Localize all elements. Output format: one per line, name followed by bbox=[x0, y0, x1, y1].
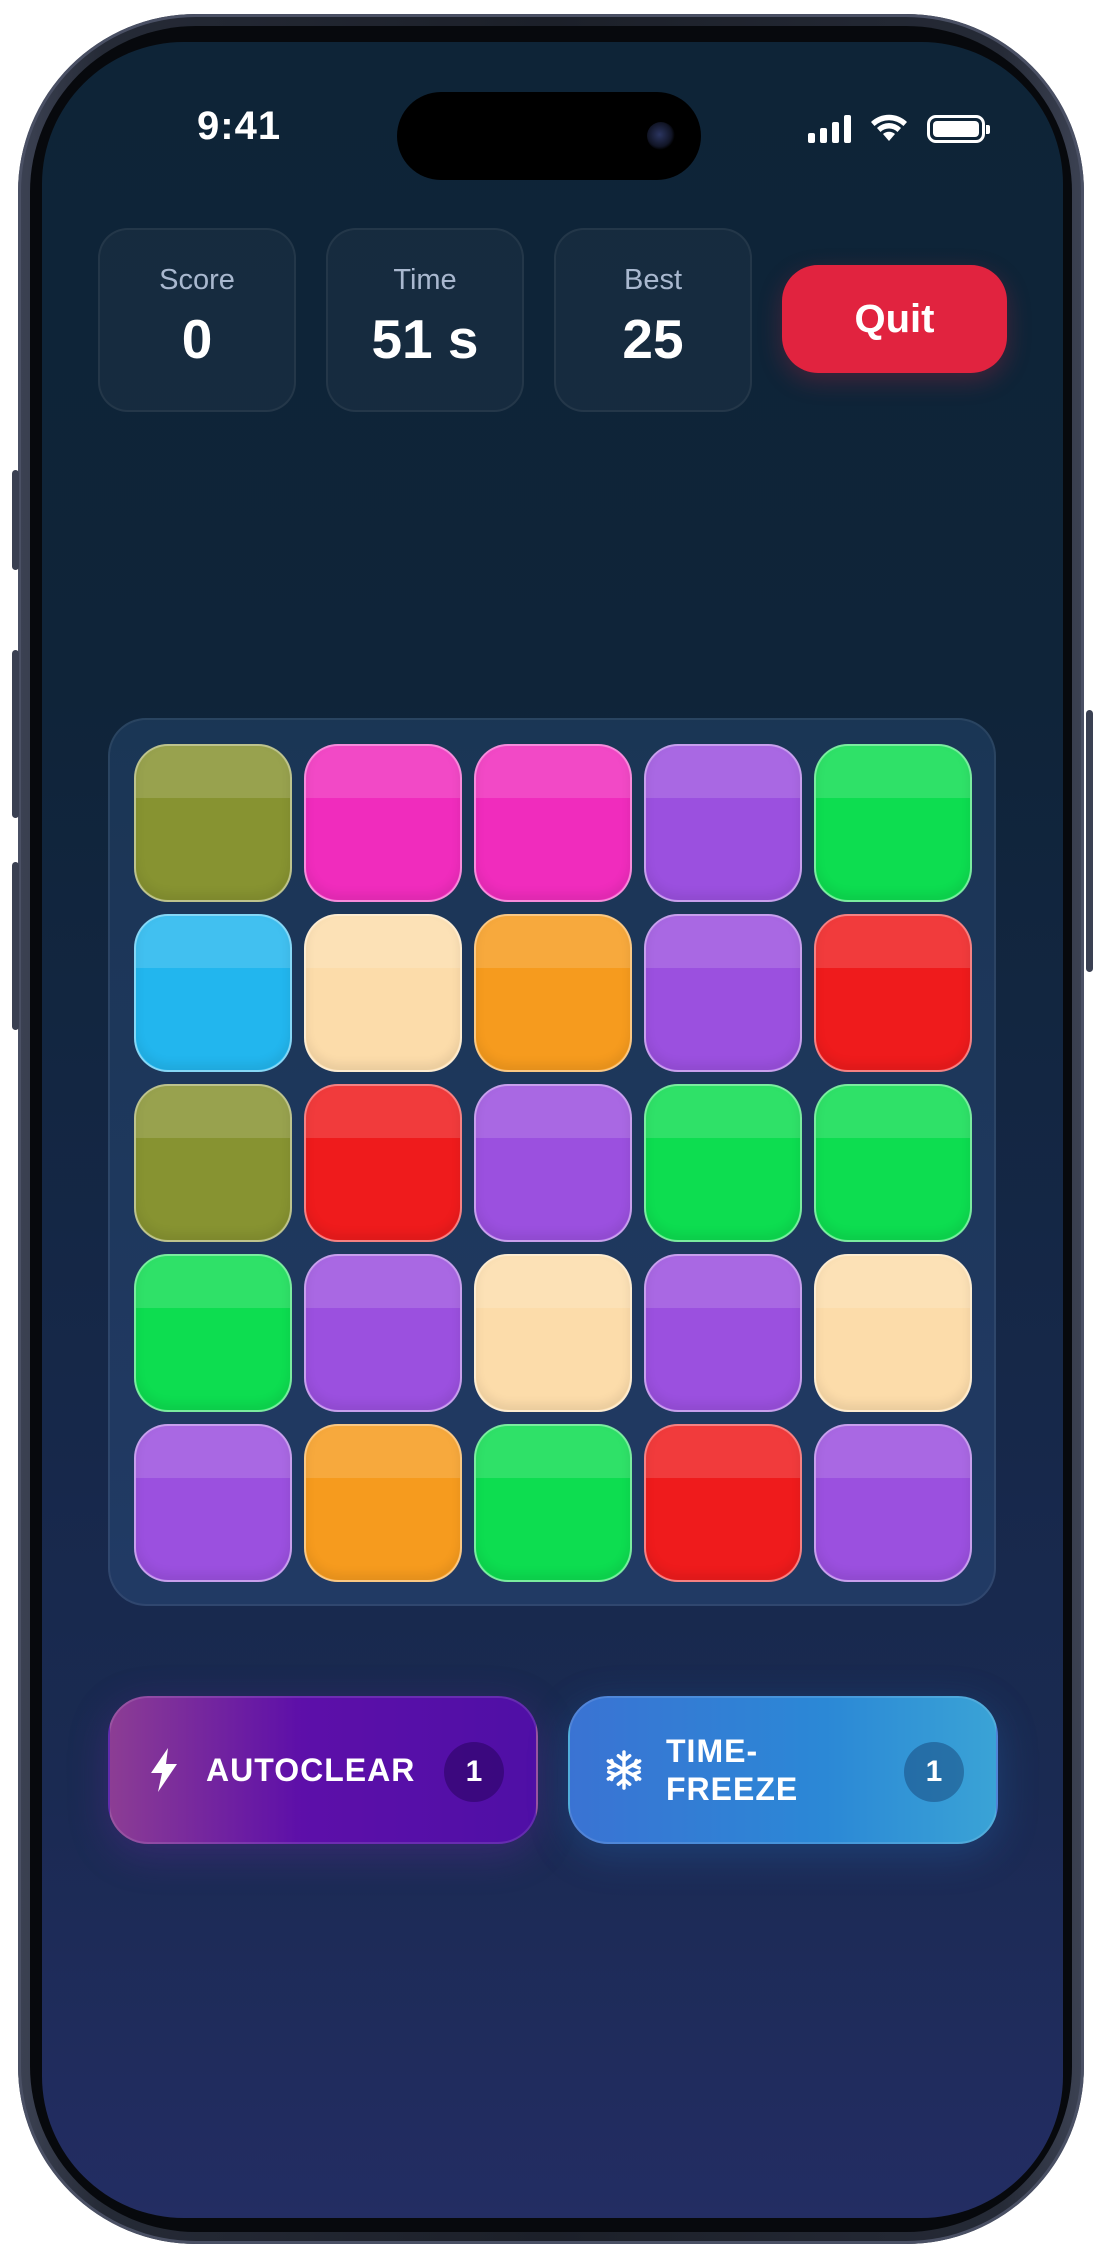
time-freeze-label-line2: FREEZE bbox=[666, 1771, 799, 1807]
tile-red[interactable] bbox=[644, 1424, 802, 1582]
power-button bbox=[1086, 710, 1093, 972]
tile-red[interactable] bbox=[814, 914, 972, 1072]
tile-purple[interactable] bbox=[644, 1254, 802, 1412]
tile-olive[interactable] bbox=[134, 744, 292, 902]
lightning-bolt-icon bbox=[144, 1746, 184, 1794]
battery-icon bbox=[927, 115, 990, 143]
tile-cream[interactable] bbox=[304, 914, 462, 1072]
tile-cream[interactable] bbox=[474, 1254, 632, 1412]
tile-orange[interactable] bbox=[304, 1424, 462, 1582]
time-card: Time 51 s bbox=[326, 228, 524, 412]
volume-up-button bbox=[12, 650, 19, 818]
status-time: 9:41 bbox=[197, 104, 282, 148]
time-freeze-button[interactable]: TIME- FREEZE 1 bbox=[568, 1696, 998, 1844]
dynamic-island bbox=[397, 92, 701, 180]
tile-magenta[interactable] bbox=[304, 744, 462, 902]
autoclear-label: AUTOCLEAR bbox=[206, 1752, 416, 1788]
tile-olive[interactable] bbox=[134, 1084, 292, 1242]
tile-green[interactable] bbox=[134, 1254, 292, 1412]
tile-purple[interactable] bbox=[474, 1084, 632, 1242]
time-value: 51 s bbox=[371, 308, 479, 370]
time-freeze-count-badge: 1 bbox=[904, 1742, 964, 1802]
time-label: Time bbox=[393, 264, 457, 296]
status-icons bbox=[808, 114, 990, 144]
tile-red[interactable] bbox=[304, 1084, 462, 1242]
cellular-signal-icon bbox=[808, 115, 851, 143]
tile-sky[interactable] bbox=[134, 914, 292, 1072]
time-freeze-label-line1: TIME- bbox=[666, 1733, 759, 1769]
tile-magenta[interactable] bbox=[474, 744, 632, 902]
score-card: Score 0 bbox=[98, 228, 296, 412]
time-freeze-label: TIME- FREEZE bbox=[666, 1732, 816, 1808]
autoclear-button[interactable]: AUTOCLEAR 1 bbox=[108, 1696, 538, 1844]
quit-button[interactable]: Quit bbox=[782, 265, 1007, 373]
action-button bbox=[12, 470, 19, 570]
best-label: Best bbox=[623, 264, 683, 296]
wifi-icon bbox=[871, 114, 907, 141]
snowflake-icon bbox=[604, 1746, 644, 1794]
best-value: 25 bbox=[622, 308, 684, 370]
autoclear-count-badge: 1 bbox=[444, 1742, 504, 1802]
front-camera bbox=[647, 122, 675, 150]
tile-green[interactable] bbox=[814, 744, 972, 902]
tile-purple[interactable] bbox=[134, 1424, 292, 1582]
tile-green[interactable] bbox=[474, 1424, 632, 1582]
tile-purple[interactable] bbox=[644, 744, 802, 902]
tile-cream[interactable] bbox=[814, 1254, 972, 1412]
tile-purple[interactable] bbox=[644, 914, 802, 1072]
tile-purple[interactable] bbox=[814, 1424, 972, 1582]
tile-green[interactable] bbox=[814, 1084, 972, 1242]
tile-green[interactable] bbox=[644, 1084, 802, 1242]
game-screen: 9:41 Score 0 Time 51 s Best 25 Quit AUTO… bbox=[42, 42, 1063, 2218]
score-value: 0 bbox=[181, 308, 213, 370]
volume-down-button bbox=[12, 862, 19, 1030]
tile-orange[interactable] bbox=[474, 914, 632, 1072]
best-card: Best 25 bbox=[554, 228, 752, 412]
score-label: Score bbox=[159, 264, 235, 296]
tile-purple[interactable] bbox=[304, 1254, 462, 1412]
game-board bbox=[108, 718, 996, 1606]
